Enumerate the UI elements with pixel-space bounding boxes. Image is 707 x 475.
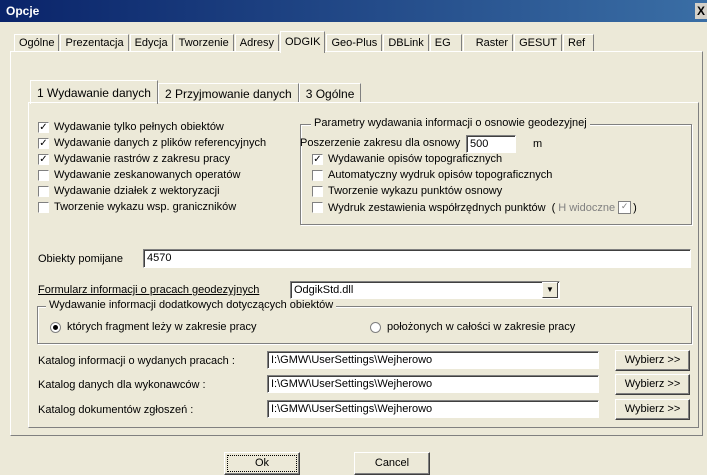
skipped-objects-label: Obiekty pomijane [38,253,123,265]
option-full-objects[interactable]: ✓ Wydawanie tylko pełnych obiektów [38,121,224,133]
osnowa-option-auto-print[interactable]: Automatyczny wydruk opisów topograficzny… [312,169,552,181]
ok-button[interactable]: Ok [224,452,300,475]
osnowa-option-coord-print[interactable]: Wydruk zestawienia współrzędnych punktów… [312,201,637,214]
osnowa-group-title: Parametry wydawania informacji o osnowie… [311,117,590,129]
catalog-input-contractors[interactable]: I:\GMW\UserSettings\Wejherowo [267,375,599,393]
catalog-label-notifications: Katalog dokumentów zgłoszeń : [38,404,194,416]
option-scanned-operats[interactable]: Wydawanie zeskanowanych operatów [38,169,240,181]
additional-option-whole[interactable]: położonych w całości w zakresie pracy [370,321,575,333]
choose-button-issued[interactable]: Wybierz >> [615,350,690,371]
choose-button-notifications[interactable]: Wybierz >> [615,399,690,420]
cancel-button[interactable]: Cancel [354,452,430,475]
choose-button-contractors[interactable]: Wybierz >> [615,374,690,395]
checkbox[interactable] [312,169,323,181]
tab-gesut[interactable]: GESUT [514,34,562,52]
title-bar: Opcje X [0,0,707,22]
tab-edycja[interactable]: Edycja [129,34,173,52]
osnowa-extension-label: Poszerzenie zakresu dla osnowy [300,137,461,149]
option-label: Wydruk zestawienia współrzędnych punktów [328,201,546,214]
option-parcels-vectorization[interactable]: Wydawanie działek z wektoryzacji [38,185,220,197]
sub-tab-strip: 1 Wydawanie danych 2 Przyjmowanie danych… [30,79,362,104]
checkbox[interactable] [312,185,323,197]
checkbox[interactable]: ✓ [38,121,49,133]
main-tab-strip: Ogólne Prezentacja Edycja Tworzenie Adre… [14,30,595,53]
option-rasters[interactable]: ✓ Wydawanie rastrów z zakresu pracy [38,153,230,165]
option-label: położonych w całości w zakresie pracy [387,321,576,333]
tab-dblink[interactable]: DBLink [383,34,429,52]
additional-option-partial[interactable]: których fragment leży w zakresie pracy [50,321,257,333]
form-select[interactable]: OdgikStd.dll ▼ [290,281,560,299]
radio-button[interactable] [50,321,61,333]
option-label: Wydawanie zeskanowanych operatów [54,169,241,181]
skipped-objects-input[interactable]: 4570 [143,249,691,268]
option-boundary-list[interactable]: Tworzenie wykazu wsp. graniczników [38,201,236,213]
catalog-label-contractors: Katalog danych dla wykonawców : [38,379,206,391]
checkbox[interactable] [312,202,323,213]
hint-paren: ( [551,201,556,214]
osnowa-option-point-list[interactable]: Tworzenie wykazu punktów osnowy [312,185,502,197]
tab-ref[interactable]: Ref [563,34,595,52]
tab-eg[interactable]: EG [429,34,462,52]
osnowa-unit: m [533,138,543,150]
option-label: Tworzenie wykazu punktów osnowy [328,185,503,197]
option-label: Wydawanie działek z wektoryzacji [54,185,220,197]
close-icon[interactable]: X [695,3,707,19]
subtab-wydawanie[interactable]: 1 Wydawanie danych [30,80,158,104]
additional-group-title: Wydawanie informacji dodatkowych dotyczą… [46,299,337,311]
option-label: Wydawanie opisów topograficznych [328,153,503,165]
tab-geo-plus[interactable]: Geo-Plus [326,34,383,52]
tab-odgik[interactable]: ODGIK [280,31,326,53]
catalog-label-issued: Katalog informacji o wydanych pracach : [38,355,235,367]
checkbox[interactable]: ✓ [38,137,49,149]
option-label: Automatyczny wydruk opisów topograficzny… [328,169,553,181]
checkbox[interactable]: ✓ [38,153,49,165]
subtab-przyjmowanie[interactable]: 2 Przyjmowanie danych [157,83,299,103]
option-label: Wydawanie tylko pełnych obiektów [54,121,224,133]
option-reference-files[interactable]: ✓ Wydawanie danych z plików referencyjny… [38,137,266,149]
checkbox[interactable] [38,201,49,213]
option-label: Wydawanie rastrów z zakresu pracy [54,153,230,165]
option-label: Wydawanie danych z plików referencyjnych [54,137,267,149]
form-label: Formularz informacji o pracach geodezyjn… [38,284,260,296]
checkbox[interactable]: ✓ [312,153,323,165]
visible-hint-checkbox: ✓ [618,201,632,214]
window-title: Opcje [6,4,40,18]
tab-prezentacja[interactable]: Prezentacja [60,34,129,52]
checkbox[interactable] [38,169,49,181]
catalog-input-issued[interactable]: I:\GMW\UserSettings\Wejherowo [267,351,599,369]
checkbox[interactable] [38,185,49,197]
visible-hint-label: H widoczne [558,201,616,214]
tab-adresy[interactable]: Adresy [234,34,279,52]
option-label: których fragment leży w zakresie pracy [67,321,257,333]
tab-tworzenie[interactable]: Tworzenie [173,34,234,52]
option-label: Tworzenie wykazu wsp. graniczników [54,201,237,213]
radio-button[interactable] [370,321,381,333]
tab-ogolne[interactable]: Ogólne [14,34,60,52]
form-select-value: OdgikStd.dll [294,284,354,296]
catalog-input-notifications[interactable]: I:\GMW\UserSettings\Wejherowo [267,400,599,418]
hint-paren: ) [633,201,637,214]
osnowa-extension-input[interactable]: 500 [466,135,516,153]
osnowa-option-descriptions[interactable]: ✓ Wydawanie opisów topograficznych [312,153,502,165]
tab-raster[interactable]: Raster [462,34,514,52]
chevron-down-icon[interactable]: ▼ [542,282,558,298]
subtab-ogolne[interactable]: 3 Ogólne [298,83,362,103]
